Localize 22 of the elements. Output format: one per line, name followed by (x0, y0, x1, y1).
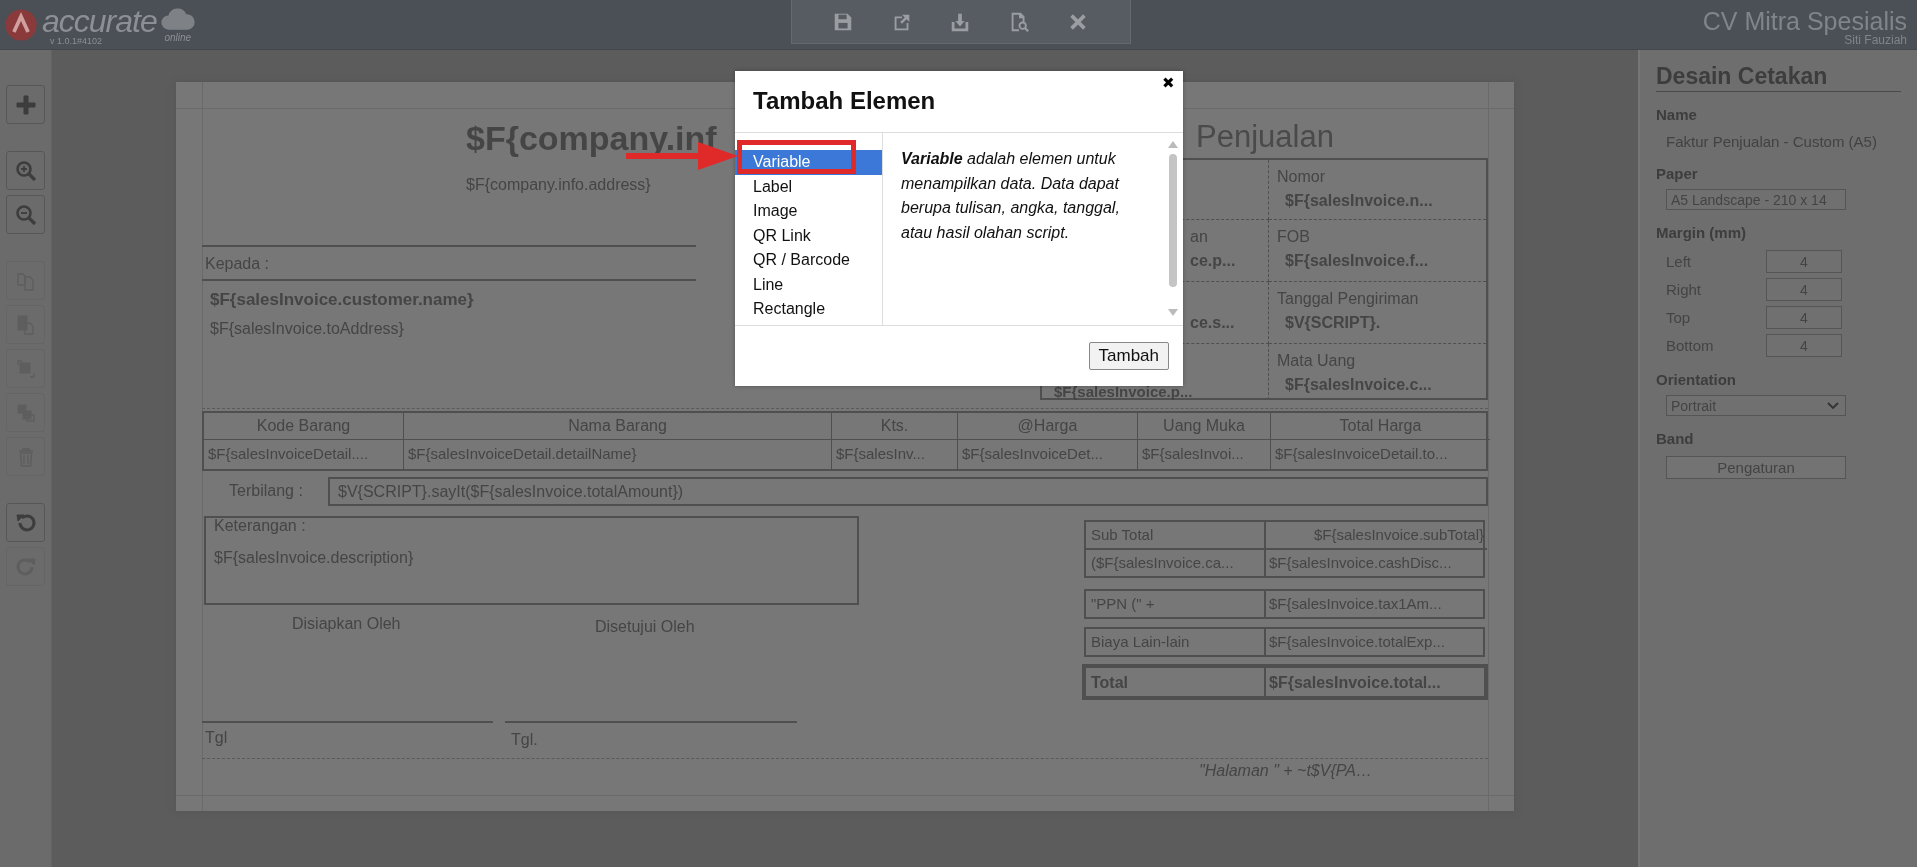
list-item[interactable]: QR / Barcode (735, 248, 882, 273)
dialog-title: Tambah Elemen (753, 87, 936, 115)
description-text: Variable adalah elemen untuk menampilkan data. Data dapat berupa tulisan, angka, tanggal, atau hasil olahan script. (901, 149, 1121, 243)
undo-button[interactable] (6, 503, 45, 542)
zoom-out-icon (13, 202, 38, 227)
list-item[interactable]: Label (735, 174, 882, 199)
edition-text: online (164, 32, 192, 44)
logo-icon (4, 8, 38, 42)
plus-icon (13, 92, 38, 117)
cloud-icon (158, 6, 197, 32)
add-button[interactable]: Tambah (1088, 342, 1169, 370)
list-item[interactable]: QR Link (735, 223, 882, 248)
plus-button[interactable] (6, 85, 45, 124)
zoom-in-button[interactable] (6, 151, 45, 190)
zoom-in-icon (13, 158, 38, 183)
list-item[interactable]: Line (735, 272, 882, 297)
list-item[interactable]: Rectangle (735, 297, 882, 322)
logo-text: accurate (42, 6, 157, 36)
list-item[interactable]: Image (735, 199, 882, 224)
zoom-out-button[interactable] (6, 195, 45, 234)
close-button[interactable]: ✖ (1162, 75, 1175, 91)
chevron-icon (1827, 401, 1839, 410)
